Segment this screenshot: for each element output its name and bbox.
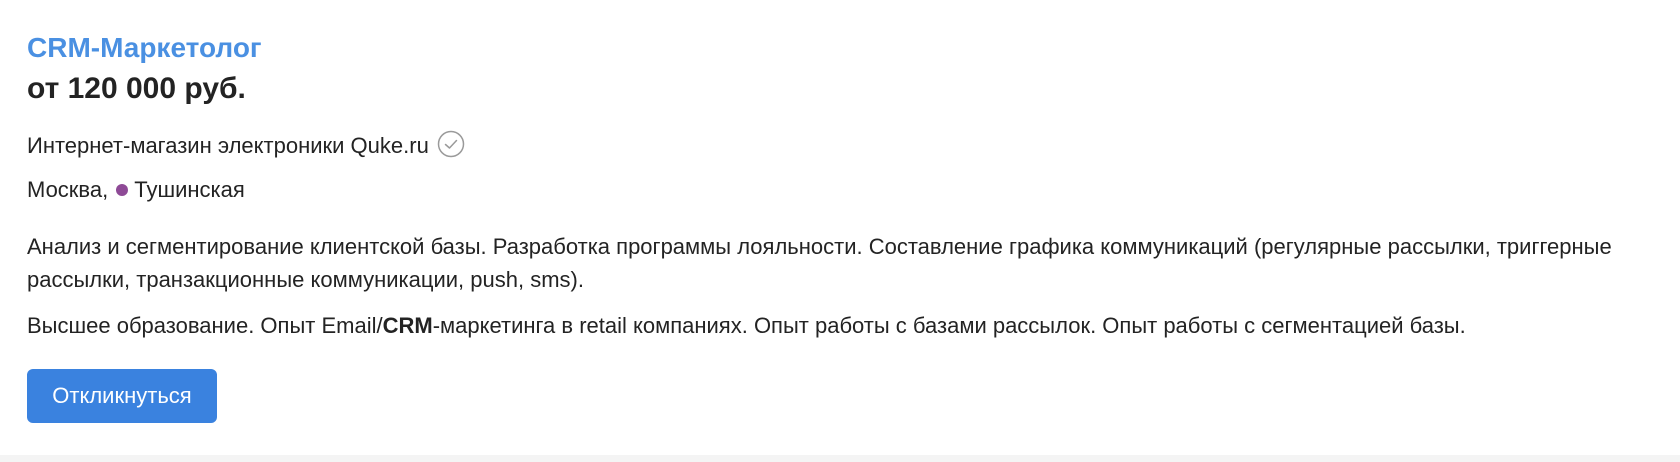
vacancy-card: CRM-Маркетолог от 120 000 руб. Интернет-… (0, 0, 1680, 455)
check-circle-icon (437, 130, 465, 158)
vacancy-description: Анализ и сегментирование клиентской базы… (27, 234, 1612, 292)
respond-button[interactable]: Откликнуться (27, 369, 217, 423)
company-name-link[interactable]: Интернет-магазин электроники Quke.ru (27, 131, 429, 161)
requirements-highlight: CRM (382, 313, 433, 338)
metro-line-icon (116, 184, 129, 196)
vacancy-salary: от 120 000 руб. (27, 72, 246, 105)
requirements-text-end: -маркетинга в retail компаниях. Опыт раб… (432, 313, 1466, 338)
vacancy-title-link[interactable]: CRM-Маркетолог (27, 30, 262, 66)
vacancy-requirements: Высшее образование. Опыт Email/CRM-марке… (27, 309, 1637, 342)
location-row: Москва, Тушинская (27, 175, 245, 205)
company-row: Интернет-магазин электроники Quke.ru (27, 130, 465, 161)
city-label: Москва, (27, 177, 109, 202)
requirements-text-start: Высшее образование. Опыт Email/ (27, 313, 383, 338)
metro-station-label: Тушинская (134, 177, 245, 202)
